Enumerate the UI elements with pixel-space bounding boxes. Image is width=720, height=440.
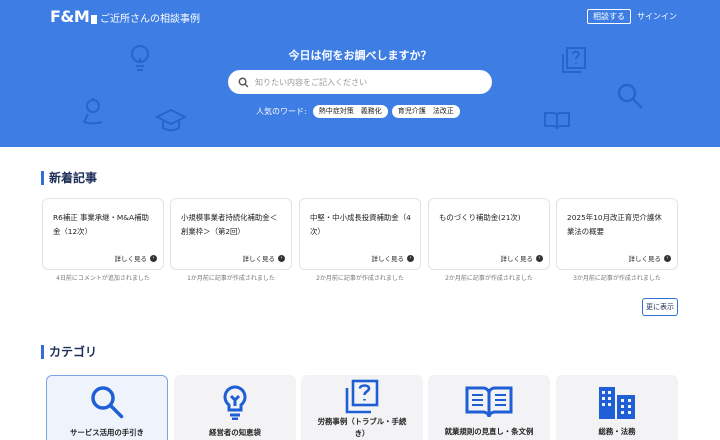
article-meta: 2か月前に記事が作成されました xyxy=(316,275,404,282)
article-title: 2025年10月改正育児介護休業法の概要 xyxy=(567,213,662,236)
search-icon xyxy=(238,77,249,87)
logo-mark xyxy=(91,14,98,24)
book-icon xyxy=(465,386,513,418)
news-section-title: 新着記事 xyxy=(41,171,97,185)
building-icon xyxy=(599,387,635,419)
read-more-label: 詳しく見る xyxy=(500,255,534,263)
consult-button[interactable]: 相談する xyxy=(587,9,631,24)
popular-words-label: 人気のワード: xyxy=(256,107,307,116)
article-title: 中堅・中小成長投資補助金（4次） xyxy=(310,213,411,236)
lightbulb-icon xyxy=(223,385,247,420)
graduation-cap-deco-icon xyxy=(155,108,187,132)
search-icon xyxy=(91,386,124,419)
article-card[interactable]: R6補正 事業承継・M&A補助金（12次） 詳しく見る › xyxy=(42,198,164,270)
question-doc-icon xyxy=(345,379,379,414)
article-title: R6補正 事業承継・M&A補助金（12次） xyxy=(53,213,149,236)
article-meta: 1か月前に記事が作成されました xyxy=(187,275,275,282)
category-card-labor-cases[interactable]: 労務事例（トラブル・手続き） xyxy=(301,375,423,440)
category-label: サービス活用の手引き xyxy=(70,428,144,437)
search-input[interactable] xyxy=(255,77,475,87)
article-title: ものづくり補助金(21次) xyxy=(439,213,521,222)
hero-heading: 今日は何をお調べしますか？ xyxy=(288,49,432,62)
arrow-right-icon: › xyxy=(407,254,414,262)
popular-tag[interactable]: 育児介護 法改正 xyxy=(391,105,460,118)
category-card-general-legal[interactable]: 総務・法務 xyxy=(556,375,678,440)
arrow-right-icon: › xyxy=(150,254,157,262)
arrow-right-icon: › xyxy=(536,254,543,262)
category-card-management-tips[interactable]: 経営者の知恵袋 xyxy=(174,375,296,440)
site-title[interactable]: ご近所さんの相談事例 xyxy=(100,10,200,25)
tools-deco-icon xyxy=(83,98,103,125)
book-deco-icon xyxy=(544,112,570,130)
read-more-link[interactable]: 詳しく見る › xyxy=(114,253,157,263)
category-label: 経営者の知恵袋 xyxy=(209,428,261,437)
popular-words: 人気のワード: 熱中症対策 義務化 育児介護 法改正 xyxy=(256,105,460,118)
article-meta: 4日前にコメントが追加されました xyxy=(56,275,150,282)
logo-text: F&M xyxy=(50,7,90,26)
read-more-label: 詳しく見る xyxy=(628,255,662,263)
article-card[interactable]: 中堅・中小成長投資補助金（4次） 詳しく見る › xyxy=(299,198,421,270)
popular-tag[interactable]: 熱中症対策 義務化 xyxy=(312,105,388,118)
read-more-label: 詳しく見る xyxy=(114,255,148,263)
article-card[interactable]: 2025年10月改正育児介護休業法の概要 詳しく見る › xyxy=(556,198,678,270)
read-more-link[interactable]: 詳しく見る › xyxy=(242,253,285,263)
read-more-label: 詳しく見る xyxy=(371,255,405,263)
category-section-title: カテゴリ xyxy=(41,345,97,359)
logo[interactable]: F&M xyxy=(50,7,98,26)
article-title: 小規模事業者持続化補助金＜創業枠＞（第2回） xyxy=(181,213,278,236)
arrow-right-icon: › xyxy=(278,254,285,262)
arrow-right-icon: › xyxy=(664,254,671,262)
category-card-service-guide[interactable]: サービス活用の手引き xyxy=(46,375,168,440)
category-label: 総務・法務 xyxy=(598,427,636,436)
category-label: 労務事例（トラブル・手続き） xyxy=(317,417,407,438)
search-deco-icon xyxy=(617,83,643,109)
hero-banner: F&M ご近所さんの相談事例 相談する サインイン 今日は何をお調べしますか？ … xyxy=(0,0,720,147)
show-more-button[interactable]: 更に表示 xyxy=(642,298,678,316)
category-card-work-rules[interactable]: 就業規則の見直し・条文例 xyxy=(428,375,550,440)
read-more-link[interactable]: 詳しく見る › xyxy=(628,253,671,263)
signin-link[interactable]: サインイン xyxy=(637,11,677,22)
read-more-link[interactable]: 詳しく見る › xyxy=(371,253,414,263)
category-label: 就業規則の見直し・条文例 xyxy=(444,427,534,436)
article-meta: 3か月前に記事が作成されました xyxy=(573,275,661,282)
article-meta: 2か月前に記事が作成されました xyxy=(445,275,533,282)
read-more-label: 詳しく見る xyxy=(242,255,276,263)
read-more-link[interactable]: 詳しく見る › xyxy=(500,253,543,263)
article-card[interactable]: ものづくり補助金(21次) 詳しく見る › xyxy=(428,198,550,270)
search-bar[interactable] xyxy=(228,70,492,94)
article-card[interactable]: 小規模事業者持続化補助金＜創業枠＞（第2回） 詳しく見る › xyxy=(170,198,292,270)
